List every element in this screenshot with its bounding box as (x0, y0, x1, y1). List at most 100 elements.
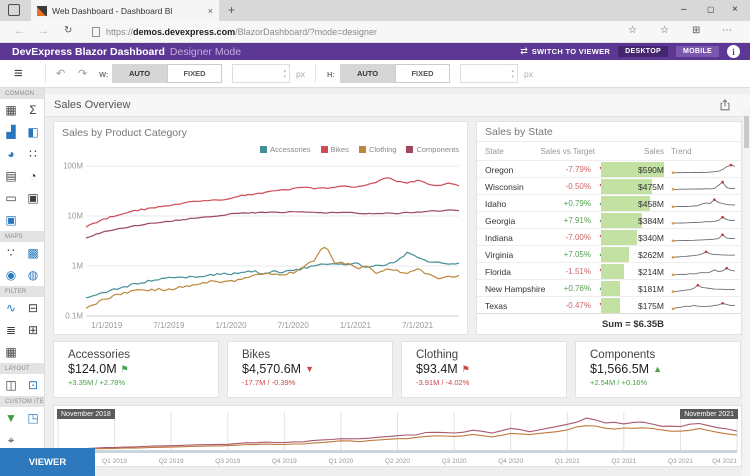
sidebar-item-pivot[interactable]: Σ (22, 99, 44, 121)
sidebar-item-treemap[interactable]: ◧ (22, 121, 44, 143)
scrollbar-thumb[interactable] (744, 116, 749, 148)
sidebar-item-gauges[interactable]: ◔ (22, 165, 44, 187)
card-bikes[interactable]: Bikes $4,570.6M ▼ -17.7M / -0.39% (227, 341, 393, 398)
sidebar-item-treeview[interactable]: ⊞ (22, 319, 44, 341)
sales-vs-target-value: -1.51% (565, 267, 591, 276)
table-row-new-hampshire[interactable]: New Hampshire+0.76%▲$181M (477, 279, 741, 296)
tab-actions-icon[interactable] (8, 4, 20, 16)
sidebar-item-combobox[interactable]: ⊟ (22, 297, 44, 319)
sidebar-item-grid[interactable]: ▦ (0, 99, 22, 121)
card-delta: -3.91M / -4.02% (416, 378, 470, 387)
favorite-star-icon[interactable]: ☆ (660, 25, 669, 36)
table-row-idaho[interactable]: Idaho+0.79%▲$458M (477, 194, 741, 211)
page-icon[interactable] (92, 27, 100, 37)
info-icon[interactable]: i (727, 45, 740, 58)
map-pin-icon: ⌖ (7, 432, 15, 447)
mobile-button[interactable]: MOBILE (675, 46, 719, 57)
tab-title: Web Dashboard - Dashboard Bl (52, 5, 173, 16)
range-filter-chart[interactable]: Q4 2018Q1 2019Q2 2019Q3 2019Q4 2019Q1 20… (54, 406, 741, 471)
sidebar-item-bubble-map[interactable]: ◉ (0, 264, 22, 286)
url-input[interactable]: https://demos.devexpress.com/BlazorDashb… (106, 27, 377, 37)
sidebar-item-tab-container[interactable]: ⊡ (22, 374, 44, 396)
range-start-badge: November 2018 (57, 409, 115, 419)
width-value-input[interactable]: ▴ ▾ (232, 64, 290, 83)
sidebar-item-chart[interactable]: ▟ (0, 121, 22, 143)
window-maximize-button[interactable]: ▢ (707, 5, 715, 14)
more-menu-icon[interactable]: ⋯ (722, 25, 732, 36)
height-fixed-button[interactable]: FIXED (395, 64, 450, 83)
table-row-oregon[interactable]: Oregon-7.79%▼$590M (477, 160, 741, 177)
range-filter-panel[interactable]: November 2018 November 2021 Q4 2018Q1 20… (53, 405, 742, 467)
switch-to-viewer-button[interactable]: ⇄ SWITCH TO VIEWER (520, 46, 610, 57)
chart-title: Sales by Product Category (62, 127, 187, 139)
sales-by-category-chart-panel[interactable]: Sales by Product Category Accessories Bik… (53, 121, 468, 335)
svg-text:7/1/2019: 7/1/2019 (153, 321, 185, 330)
sales-vs-target-value: -0.50% (565, 182, 591, 191)
reading-list-icon[interactable]: ☆ (628, 25, 637, 36)
height-auto-button[interactable]: AUTO (340, 64, 395, 83)
card-value: $93.4M (416, 362, 458, 376)
viewer-button[interactable]: VIEWER (0, 448, 95, 476)
sidebar-item-geo-point-map[interactable]: ∵ (0, 242, 22, 264)
desktop-button[interactable]: DESKTOP (618, 46, 668, 57)
table-row-florida[interactable]: Florida-1.51%▼$214M (477, 262, 741, 279)
sidebar-item-bound-image[interactable]: ▣ (0, 209, 22, 231)
redo-icon[interactable]: ↷ (78, 67, 87, 80)
section-label-filter: FILTER (0, 286, 44, 297)
table-row-indiana[interactable]: Indiana-7.00%▼$340M (477, 228, 741, 245)
legend-label: Bikes (330, 145, 349, 154)
collections-icon[interactable]: ⊞ (692, 25, 700, 36)
card-accessories[interactable]: Accessories $124.0M ⚑ +3.35M / +2.78% (53, 341, 219, 398)
sidebar-item-image[interactable]: ▣ (22, 187, 44, 209)
window-close-button[interactable]: × (732, 4, 738, 15)
svg-text:Q4 2020: Q4 2020 (498, 458, 523, 465)
card-clothing[interactable]: Clothing $93.4M ⚑ -3.91M / -4.02% (401, 341, 567, 398)
window-minimize-button[interactable]: – (681, 4, 687, 15)
sidebar-item-pies[interactable]: ◕ (0, 143, 22, 165)
forward-icon[interactable]: → (38, 25, 49, 37)
sidebar-item-date-filter[interactable]: ▦ (0, 341, 22, 363)
sidebar-item-listbox[interactable]: ≣ (0, 319, 22, 341)
width-auto-button[interactable]: AUTO (112, 64, 167, 83)
legend-item-components[interactable]: Components (406, 145, 459, 154)
table-row-virginia[interactable]: Virginia+7.05%▲$262M (477, 245, 741, 262)
sidebar-item-pie-map[interactable]: ◍ (22, 264, 44, 286)
sidebar-item-range-filter[interactable]: ∿ (0, 297, 22, 319)
triangle-up-icon: ▲ (653, 364, 662, 374)
export-icon[interactable] (718, 98, 732, 117)
legend-item-bikes[interactable]: Bikes (320, 145, 349, 154)
sidebar-item-choropleth-map[interactable]: ▩ (22, 242, 44, 264)
sales-vs-target-value: -7.79% (565, 165, 591, 174)
browser-tab[interactable]: Web Dashboard - Dashboard Bl × (31, 0, 219, 21)
width-fixed-button[interactable]: FIXED (167, 64, 222, 83)
tab-close-icon[interactable]: × (208, 6, 213, 16)
dashboard-title: Sales Overview (54, 99, 131, 111)
card-components[interactable]: Components $1,566.5M ▲ +2.54M / +0.16% (575, 341, 741, 398)
card-value-row: $93.4M ⚑ (416, 362, 566, 376)
sidebar-item-cards[interactable]: ▤ (0, 165, 22, 187)
app-header: DevExpress Blazor Dashboard Designer Mode… (0, 43, 750, 60)
sidebar-item-funnel[interactable]: ▼ (0, 407, 22, 429)
height-label: H: (327, 70, 335, 79)
sales-by-state-panel[interactable]: Sales by State State Sales vs Target Sal… (476, 121, 742, 335)
switch-icon: ⇄ (520, 46, 528, 56)
scrollbar-track[interactable] (743, 108, 750, 476)
table-row-georgia[interactable]: Georgia+7.91%▲$384M (477, 211, 741, 228)
card-value-row: $4,570.6M ▼ (242, 362, 392, 376)
legend-item-accessories[interactable]: Accessories (260, 145, 311, 154)
geo-point-map-icon: ∵ (7, 246, 15, 260)
table-row-wisconsin[interactable]: Wisconsin-0.50%▼$475M (477, 177, 741, 194)
legend-item-clothing[interactable]: Clothing (358, 145, 396, 154)
new-tab-button[interactable]: + (228, 3, 235, 17)
height-value-input[interactable]: ▴ ▾ (460, 64, 518, 83)
refresh-icon[interactable]: ↻ (64, 25, 72, 36)
undo-icon[interactable]: ↶ (56, 67, 65, 80)
sidebar-item-textbox[interactable]: ▭ (0, 187, 22, 209)
menu-icon[interactable]: ≡ (14, 65, 23, 82)
sidebar-item-webpage[interactable]: ◳ (22, 407, 44, 429)
sidebar-item-group[interactable]: ◫ (0, 374, 22, 396)
card-value-row: $1,566.5M ▲ (590, 362, 740, 376)
back-icon[interactable]: ← (14, 25, 25, 37)
sidebar-item-scatter[interactable]: ∷ (22, 143, 44, 165)
table-row-texas[interactable]: Texas-0.47%▼$175M (477, 296, 741, 313)
